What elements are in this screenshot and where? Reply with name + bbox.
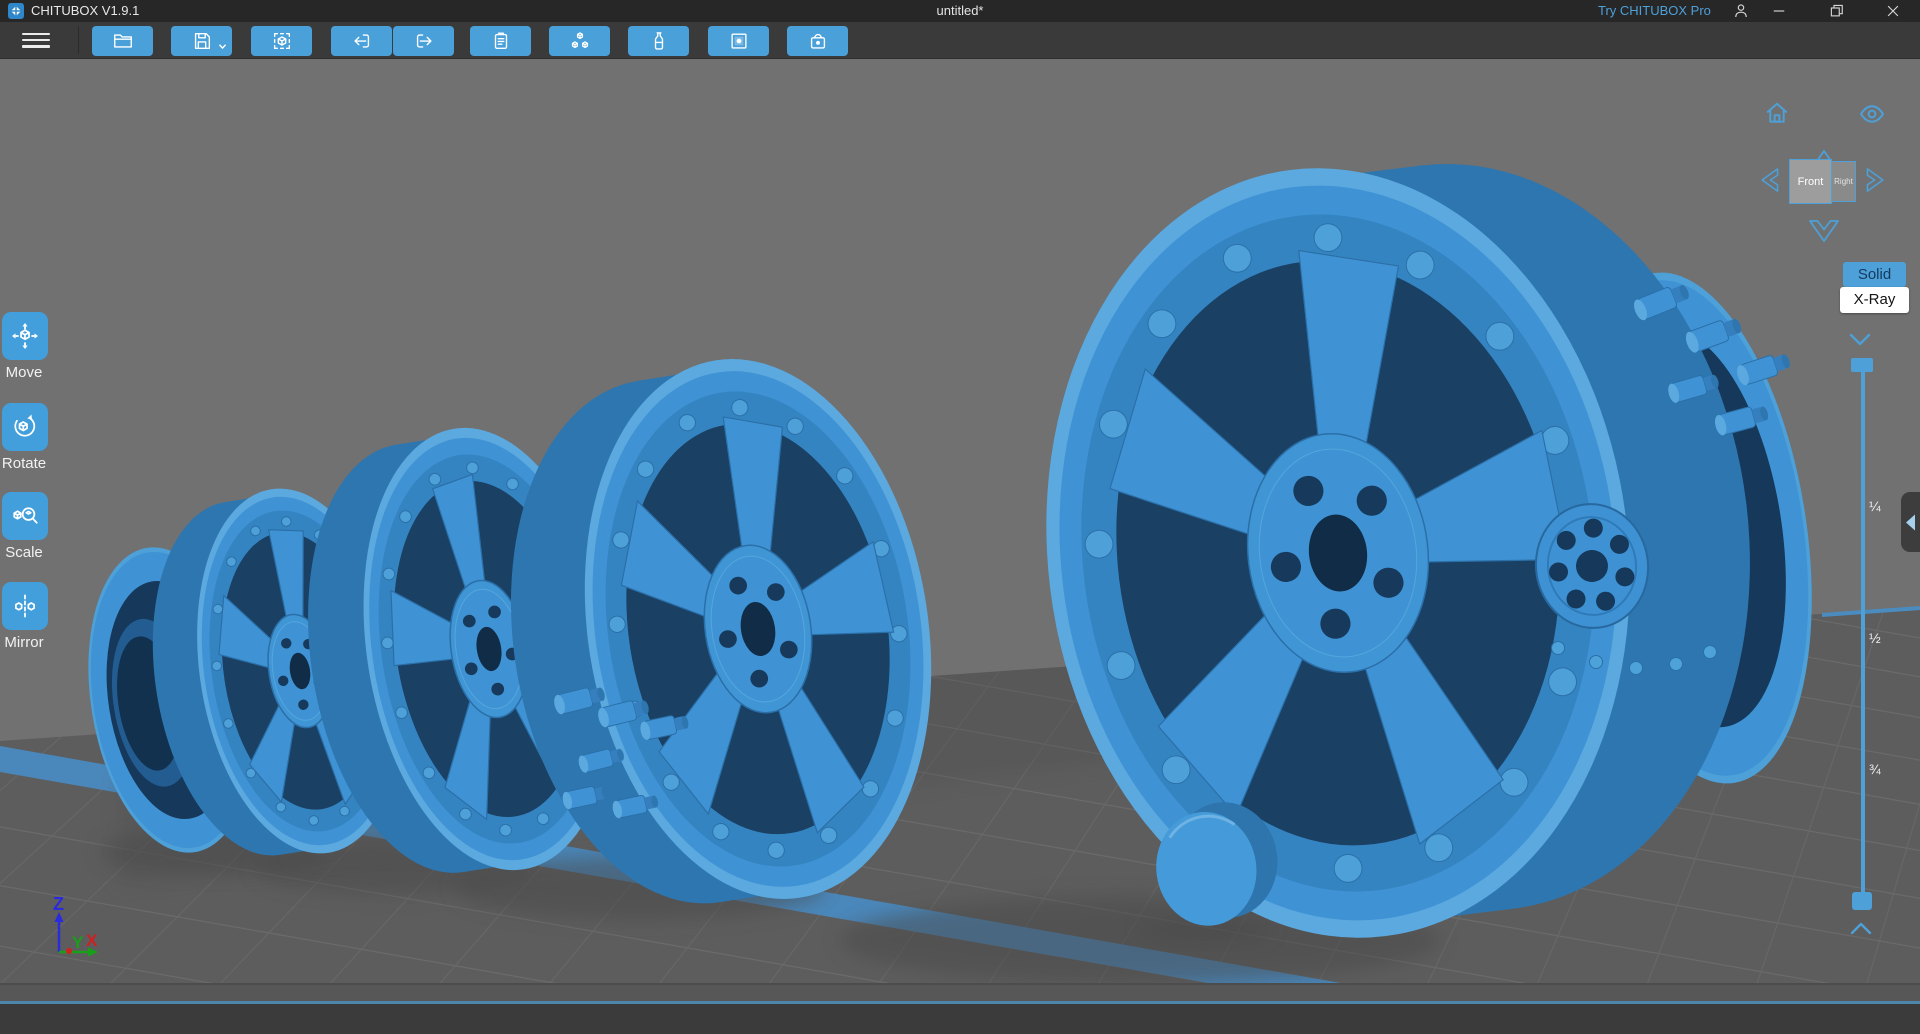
layer-slider-track[interactable]: [1861, 370, 1865, 896]
minimize-icon: [1773, 10, 1785, 12]
minimize-button[interactable]: [1766, 0, 1792, 22]
slider-tick-label: ¼: [1869, 498, 1881, 514]
screenshot-button[interactable]: [708, 26, 769, 56]
rotate-view-right-button[interactable]: [1864, 162, 1888, 198]
view-cube-right-face[interactable]: Right: [1831, 161, 1856, 202]
resin-bottle-icon: [654, 32, 663, 50]
layer-slider-bottom-handle[interactable]: [1852, 892, 1872, 910]
copy-icon: [494, 32, 507, 50]
rotate-icon: [14, 414, 36, 437]
auto-layout-button[interactable]: [549, 26, 610, 56]
move-icon: [12, 323, 38, 349]
app-logo-icon: [8, 3, 24, 19]
save-icon: [194, 32, 210, 50]
user-icon: [1735, 4, 1747, 18]
home-view-button[interactable]: [1764, 100, 1790, 126]
hamburger-menu-icon[interactable]: [22, 29, 50, 51]
y-axis-label: Y: [72, 933, 84, 952]
toolbar-buttons: [92, 26, 848, 56]
left-tool-rotate: Rotate: [0, 403, 80, 481]
mirror-tool-button[interactable]: [2, 582, 48, 630]
left-tool-scale: Scale: [0, 492, 80, 570]
account-button[interactable]: [1728, 0, 1754, 22]
restore-icon: [1830, 4, 1843, 17]
save-button[interactable]: [171, 26, 232, 56]
camera-icon: [810, 33, 825, 49]
undo-button[interactable]: [331, 26, 392, 56]
arrow-left-icon: [1761, 168, 1779, 192]
main-toolbar: [0, 22, 1920, 59]
chitubox-window: { "title_bar": { "app_name": "CHITUBOX V…: [0, 0, 1920, 1034]
left-tool-label: Rotate: [1, 455, 47, 472]
perspective-toggle-button[interactable]: [1858, 103, 1886, 125]
rotate-tool-button[interactable]: [2, 403, 48, 451]
render-mode-solid[interactable]: Solid: [1843, 262, 1906, 287]
left-tool-move: Move: [0, 312, 80, 390]
chevron-up-icon: [1850, 922, 1872, 935]
view-cube-front-face[interactable]: Front: [1789, 159, 1832, 204]
home-icon: [1766, 102, 1788, 123]
toolbar-separator: [78, 26, 79, 54]
scale-tool-button[interactable]: [2, 492, 48, 540]
screenshot-icon: [730, 33, 747, 49]
slider-bottom-chevron[interactable]: [1850, 922, 1872, 935]
chevron-down-icon: [218, 44, 227, 50]
scale-icon: [13, 507, 38, 524]
arrow-down-icon: [1809, 220, 1839, 242]
bottom-status-bar: [0, 1004, 1920, 1034]
left-tool-label: Scale: [5, 544, 43, 561]
view-cube[interactable]: Front Right: [1789, 156, 1857, 206]
title-bar: CHITUBOX V1.9.1 untitled* Try CHITUBOX P…: [0, 0, 1920, 22]
move-tool-button[interactable]: [2, 312, 48, 360]
redo-icon: [416, 34, 432, 48]
rotate-view-down-button[interactable]: [1806, 218, 1842, 246]
slider-collapse-chevron[interactable]: [1849, 333, 1871, 346]
mirror-icon: [15, 594, 35, 618]
render-mode-xray[interactable]: X-Ray: [1840, 287, 1909, 313]
left-tool-label: Mirror: [4, 634, 44, 651]
copy-button[interactable]: [470, 26, 531, 56]
arrow-right-icon: [1866, 168, 1884, 192]
close-icon: [1887, 5, 1899, 17]
app-title: CHITUBOX V1.9.1: [31, 3, 140, 18]
resin-button[interactable]: [628, 26, 689, 56]
undo-icon: [353, 34, 369, 48]
settings-panel-collapse-tab[interactable]: [1901, 492, 1920, 552]
left-tool-label: Move: [5, 364, 43, 381]
left-tool-mirror: Mirror: [0, 582, 80, 660]
close-button[interactable]: [1880, 0, 1906, 22]
slider-tick-label: ½: [1869, 630, 1881, 646]
eye-icon: [1860, 105, 1884, 123]
open-folder-icon: [113, 34, 132, 48]
try-pro-link[interactable]: Try CHITUBOX Pro: [1598, 3, 1711, 18]
chevron-down-icon: [1849, 333, 1871, 346]
axis-indicator: ZYX: [28, 880, 138, 980]
triangle-left-icon: [1906, 514, 1915, 530]
open-file-button[interactable]: [92, 26, 153, 56]
rotate-view-left-button[interactable]: [1757, 162, 1781, 198]
document-title: untitled*: [936, 3, 984, 18]
restore-button[interactable]: [1824, 0, 1850, 22]
auto-layout-icon: [571, 32, 588, 49]
x-axis-label: X: [86, 931, 98, 950]
z-axis-label: Z: [53, 894, 64, 914]
redo-button[interactable]: [393, 26, 454, 56]
layer-slider-top-handle[interactable]: [1851, 358, 1873, 372]
select-model-icon: [273, 32, 290, 50]
select-model-button[interactable]: [251, 26, 312, 56]
slider-tick-label: ¾: [1869, 761, 1881, 777]
camera-button[interactable]: [787, 26, 848, 56]
viewport-3d[interactable]: [0, 58, 1920, 1001]
